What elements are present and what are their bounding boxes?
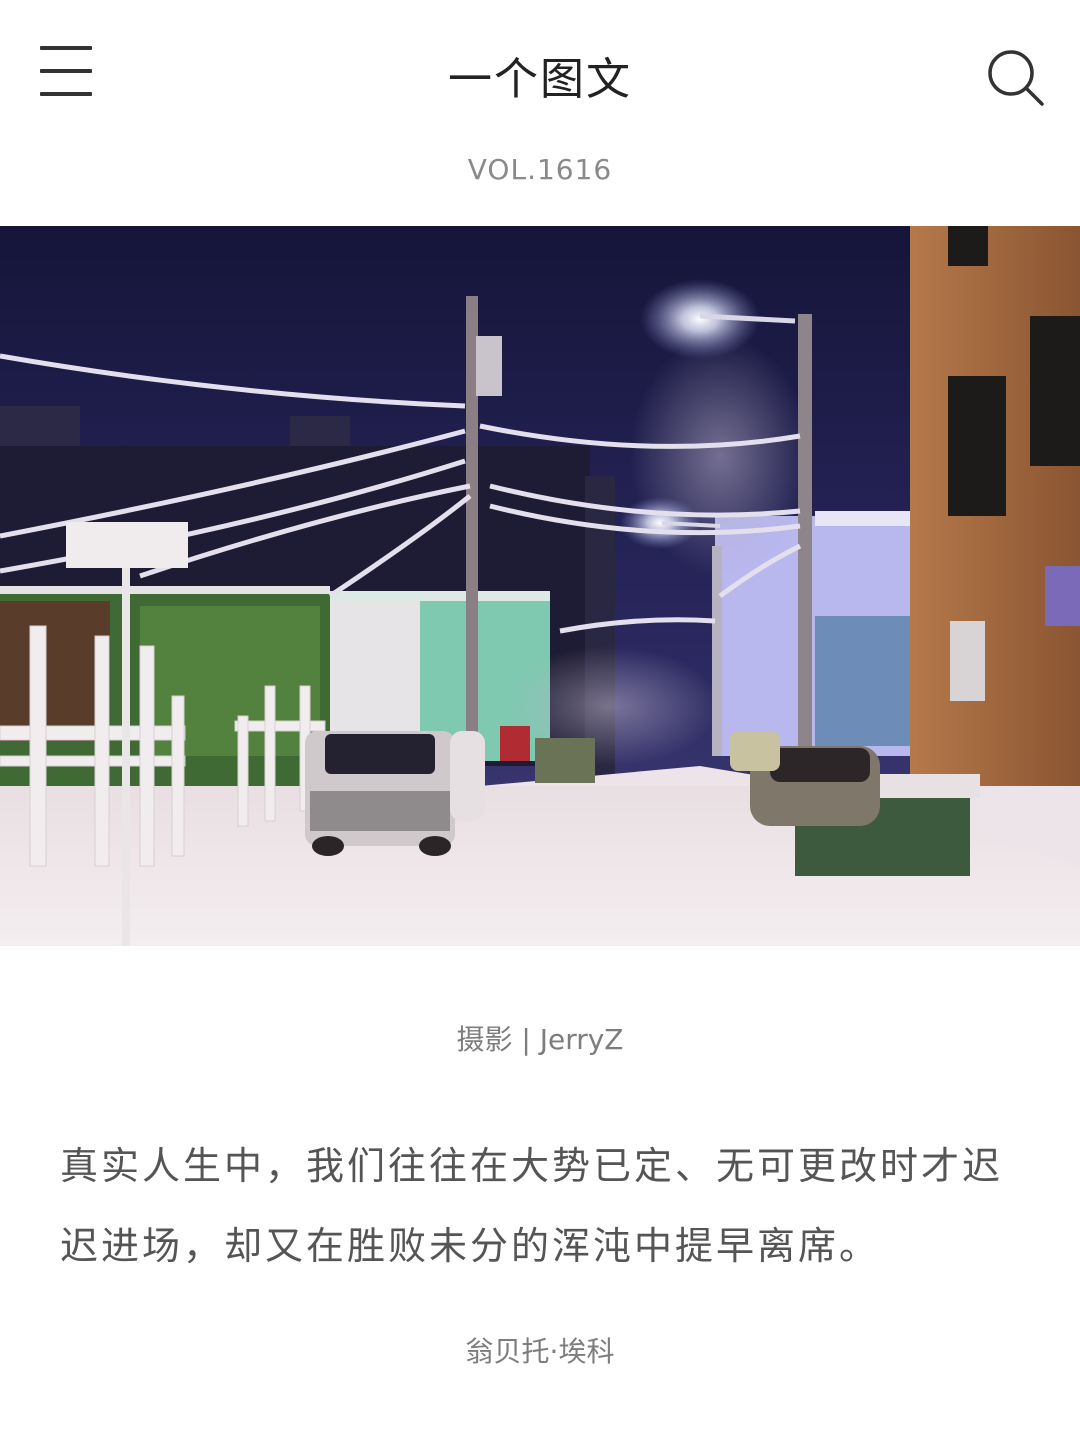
search-icon[interactable] (986, 48, 1046, 108)
page-title: 一个图文 (448, 54, 632, 105)
photo-credit: 摄影 | JerryZ (456, 1023, 624, 1056)
quote-text: 真实人生中，我们往往在大势已定、无可更改时才迟迟进场，却又在胜败未分的浑沌中提早… (60, 1144, 1004, 1268)
featured-photo[interactable] (0, 226, 1080, 946)
top-bar: 一个图文 (0, 0, 1080, 150)
app-root: 一个图文 VOL.1616 摄影 | JerryZ 真实人生中，我们往往在大势已… (0, 0, 1080, 1433)
volume-number: VOL.1616 (467, 153, 613, 186)
quote-author: 翁贝托·埃科 (465, 1335, 615, 1368)
